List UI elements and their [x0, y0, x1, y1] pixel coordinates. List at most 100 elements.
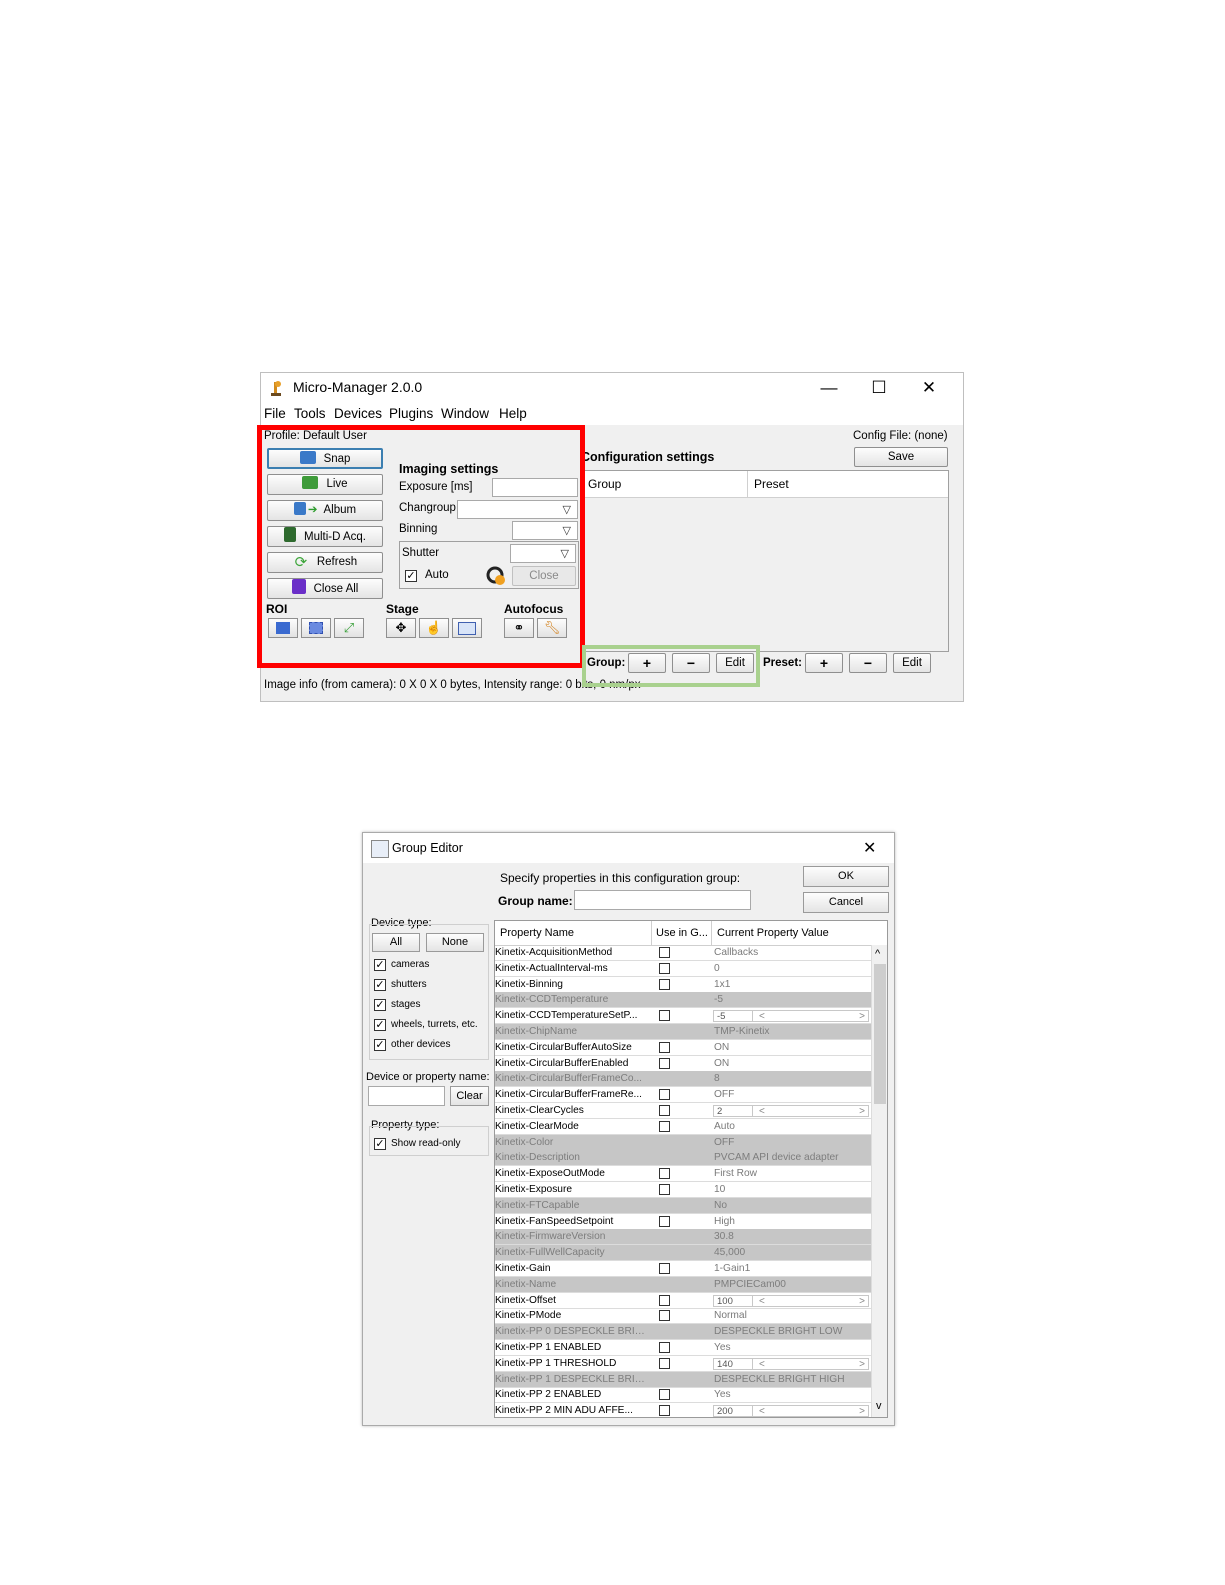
table-row[interactable]: Kinetix-PP 1 ENABLED Yes: [495, 1340, 871, 1356]
table-row[interactable]: Kinetix-PMode Normal: [495, 1308, 871, 1325]
table-row[interactable]: Kinetix-Color OFF: [495, 1134, 871, 1151]
menu-file[interactable]: File: [264, 406, 286, 421]
use-in-group-checkbox[interactable]: [659, 1263, 670, 1274]
close-button[interactable]: ✕: [909, 375, 949, 401]
clear-button[interactable]: Clear: [450, 1086, 489, 1106]
table-row[interactable]: Kinetix-ClearMode Auto: [495, 1119, 871, 1135]
save-config-button[interactable]: Save: [854, 447, 948, 467]
use-in-group-checkbox[interactable]: [659, 1089, 670, 1101]
table-row[interactable]: Kinetix-ExposeOutMode First Row: [495, 1166, 871, 1183]
group-name-input[interactable]: [574, 890, 751, 910]
scroll-down-icon[interactable]: v: [876, 1400, 882, 1412]
property-value-cell[interactable]: 0: [714, 961, 866, 977]
property-value-cell[interactable]: 1-Gain1: [714, 1261, 866, 1277]
table-row[interactable]: Kinetix-ChipName TMP-Kinetix: [495, 1024, 871, 1040]
value-slider[interactable]: 100 < >: [713, 1294, 869, 1307]
table-row[interactable]: Kinetix-PP 2 ENABLED Yes: [495, 1387, 871, 1404]
use-in-group-checkbox[interactable]: [659, 1184, 670, 1195]
table-row[interactable]: Kinetix-Gain 1-Gain1: [495, 1261, 871, 1277]
value-slider[interactable]: 2 < >: [713, 1105, 869, 1117]
property-value-cell[interactable]: Auto: [714, 1119, 866, 1135]
use-in-group-checkbox[interactable]: [659, 1168, 670, 1180]
property-value-cell[interactable]: Yes: [714, 1387, 866, 1403]
table-row[interactable]: Kinetix-AcquisitionMethod Callbacks: [495, 945, 871, 961]
shutters-checkbox[interactable]: ✓: [374, 979, 386, 991]
use-in-group-checkbox[interactable]: [659, 947, 670, 958]
use-in-group-checkbox[interactable]: [659, 1389, 670, 1401]
add-preset-button[interactable]: +: [805, 653, 843, 673]
menu-devices[interactable]: Devices: [334, 406, 382, 421]
value-slider[interactable]: 200 < >: [713, 1405, 869, 1417]
slider-right-icon[interactable]: >: [859, 1404, 865, 1417]
table-row[interactable]: Kinetix-Description PVCAM API device adap…: [495, 1150, 871, 1167]
property-value-cell[interactable]: ON: [714, 1056, 866, 1072]
table-row[interactable]: Kinetix-Offset 100 < >: [495, 1293, 871, 1309]
table-row[interactable]: Kinetix-CircularBufferFrameCo... 8: [495, 1071, 871, 1088]
minimize-button[interactable]: —: [809, 375, 849, 401]
property-value-cell[interactable]: 1x1: [714, 977, 866, 993]
use-in-group-checkbox[interactable]: [659, 1120, 670, 1132]
table-row[interactable]: Kinetix-Name PMPCIECam00: [495, 1276, 871, 1293]
use-in-group-checkbox[interactable]: [659, 1010, 670, 1022]
wheels-checkbox[interactable]: ✓: [374, 1019, 386, 1031]
table-row[interactable]: Kinetix-Exposure 10: [495, 1182, 871, 1198]
use-in-group-checkbox[interactable]: [659, 1405, 670, 1417]
column-property-name[interactable]: Property Name: [500, 927, 574, 939]
use-in-group-checkbox[interactable]: [659, 1105, 670, 1116]
other-devices-checkbox[interactable]: ✓: [374, 1039, 386, 1051]
use-in-group-checkbox[interactable]: [659, 1294, 670, 1306]
table-row[interactable]: Kinetix-FullWellCapacity 45,000: [495, 1245, 871, 1262]
show-readonly-checkbox[interactable]: ✓: [374, 1138, 386, 1150]
all-button[interactable]: All: [372, 933, 420, 952]
menu-tools[interactable]: Tools: [294, 406, 326, 421]
column-current-value[interactable]: Current Property Value: [717, 927, 829, 939]
scroll-up-icon[interactable]: ^: [875, 948, 880, 960]
remove-preset-button[interactable]: −: [849, 653, 887, 673]
cameras-checkbox[interactable]: ✓: [374, 959, 386, 971]
property-value-cell[interactable]: High: [714, 1214, 866, 1230]
slider-left-icon[interactable]: <: [759, 1404, 765, 1417]
use-in-group-checkbox[interactable]: [659, 962, 670, 974]
maximize-button[interactable]: ☐: [859, 375, 899, 401]
menu-window[interactable]: Window: [441, 406, 489, 421]
table-row[interactable]: Kinetix-ActualInterval-ms 0: [495, 961, 871, 977]
table-row[interactable]: Kinetix-FirmwareVersion 30.8: [495, 1229, 871, 1246]
column-use-in-group[interactable]: Use in G...: [656, 927, 708, 939]
table-row[interactable]: Kinetix-CircularBufferAutoSize ON: [495, 1040, 871, 1056]
property-value-cell[interactable]: 10: [714, 1182, 866, 1198]
table-row[interactable]: Kinetix-PP 0 DESPECKLE BRIG... DESPECKLE …: [495, 1324, 871, 1341]
value-slider[interactable]: -5 < >: [713, 1010, 869, 1023]
use-in-group-checkbox[interactable]: [659, 1342, 670, 1353]
close-icon[interactable]: ✕: [863, 838, 876, 858]
cancel-button[interactable]: Cancel: [803, 892, 889, 913]
edit-preset-button[interactable]: Edit: [893, 653, 931, 673]
table-row[interactable]: Kinetix-CCDTemperatureSetP... -5 < >: [495, 1008, 871, 1025]
property-value-cell[interactable]: 200: [717, 1404, 733, 1417]
use-in-group-checkbox[interactable]: [659, 978, 670, 990]
table-row[interactable]: Kinetix-CircularBufferEnabled ON: [495, 1056, 871, 1072]
use-in-group-checkbox[interactable]: [659, 1310, 670, 1322]
table-row[interactable]: Kinetix-CircularBufferFrameRe... OFF: [495, 1087, 871, 1104]
table-row[interactable]: Kinetix-ClearCycles 2 < >: [495, 1103, 871, 1119]
scrollbar-thumb[interactable]: [874, 964, 886, 1104]
table-row[interactable]: Kinetix-FanSpeedSetpoint High: [495, 1214, 871, 1230]
use-in-group-checkbox[interactable]: [659, 1041, 670, 1053]
table-row[interactable]: Kinetix-CCDTemperature -5: [495, 992, 871, 1009]
property-value-cell[interactable]: First Row: [714, 1166, 866, 1182]
table-row[interactable]: Kinetix-PP 1 THRESHOLD 140 < >: [495, 1356, 871, 1372]
property-value-cell[interactable]: OFF: [714, 1087, 866, 1103]
use-in-group-checkbox[interactable]: [659, 1057, 670, 1069]
vertical-scrollbar[interactable]: ^ v: [871, 945, 887, 1417]
property-value-cell[interactable]: Callbacks: [714, 945, 866, 961]
use-in-group-checkbox[interactable]: [659, 1357, 670, 1369]
column-group[interactable]: Group: [588, 477, 621, 491]
use-in-group-checkbox[interactable]: [659, 1215, 670, 1227]
property-value-cell[interactable]: Yes: [714, 1340, 866, 1356]
property-value-cell[interactable]: Normal: [714, 1308, 866, 1324]
value-slider[interactable]: 140 < >: [713, 1357, 869, 1370]
none-button[interactable]: None: [426, 933, 484, 952]
menu-plugins[interactable]: Plugins: [389, 406, 433, 421]
stages-checkbox[interactable]: ✓: [374, 999, 386, 1011]
ok-button[interactable]: OK: [803, 866, 889, 887]
table-row[interactable]: Kinetix-Binning 1x1: [495, 977, 871, 993]
